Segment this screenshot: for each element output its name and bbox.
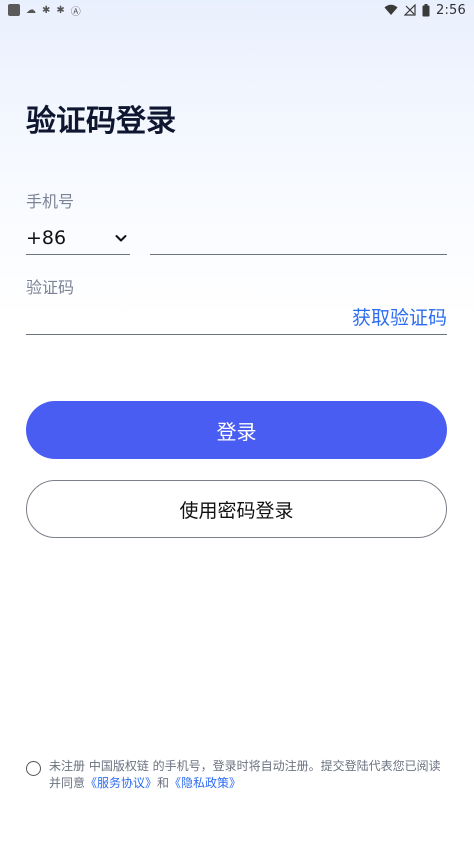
agreement-row: 未注册 中国版权链 的手机号，登录时将自动注册。提交登陆代表您已阅读并同意《服务… xyxy=(26,758,450,792)
cloud-icon: ☁ xyxy=(26,4,36,16)
page-title: 验证码登录 xyxy=(26,104,176,139)
status-left: ☁ ✱ ✱ Ⓐ xyxy=(8,3,81,18)
phone-input[interactable] xyxy=(150,222,447,255)
privacy-policy-link[interactable]: 《隐私政策》 xyxy=(169,776,241,790)
chevron-down-icon xyxy=(115,235,127,242)
phone-label: 手机号 xyxy=(26,192,75,211)
country-code-selector[interactable]: +86 xyxy=(26,222,130,255)
signal-off-icon xyxy=(404,4,416,16)
password-login-button[interactable]: 使用密码登录 xyxy=(26,480,447,538)
battery-icon xyxy=(422,3,430,16)
agreement-text: 未注册 中国版权链 的手机号，登录时将自动注册。提交登陆代表您已阅读并同意《服务… xyxy=(49,758,450,792)
agreement-radio[interactable] xyxy=(26,761,41,776)
login-button[interactable]: 登录 xyxy=(26,401,447,459)
status-bar: ☁ ✱ ✱ Ⓐ 2:56 xyxy=(0,0,474,20)
get-code-button[interactable]: 获取验证码 xyxy=(352,303,447,330)
a-icon: Ⓐ xyxy=(70,6,81,18)
status-right: 2:56 xyxy=(384,3,466,18)
service-agreement-link[interactable]: 《服务协议》 xyxy=(85,776,157,790)
app-square-icon xyxy=(8,4,20,16)
verification-code-input[interactable] xyxy=(26,305,352,327)
code-row: 获取验证码 xyxy=(26,298,447,335)
code-label: 验证码 xyxy=(26,278,75,297)
agreement-and: 和 xyxy=(157,776,170,790)
bug-icon: ✱ xyxy=(56,4,65,16)
wifi-icon xyxy=(384,4,398,15)
status-time: 2:56 xyxy=(436,2,466,18)
country-code-value: +86 xyxy=(26,227,67,249)
bug-icon: ✱ xyxy=(42,4,51,16)
